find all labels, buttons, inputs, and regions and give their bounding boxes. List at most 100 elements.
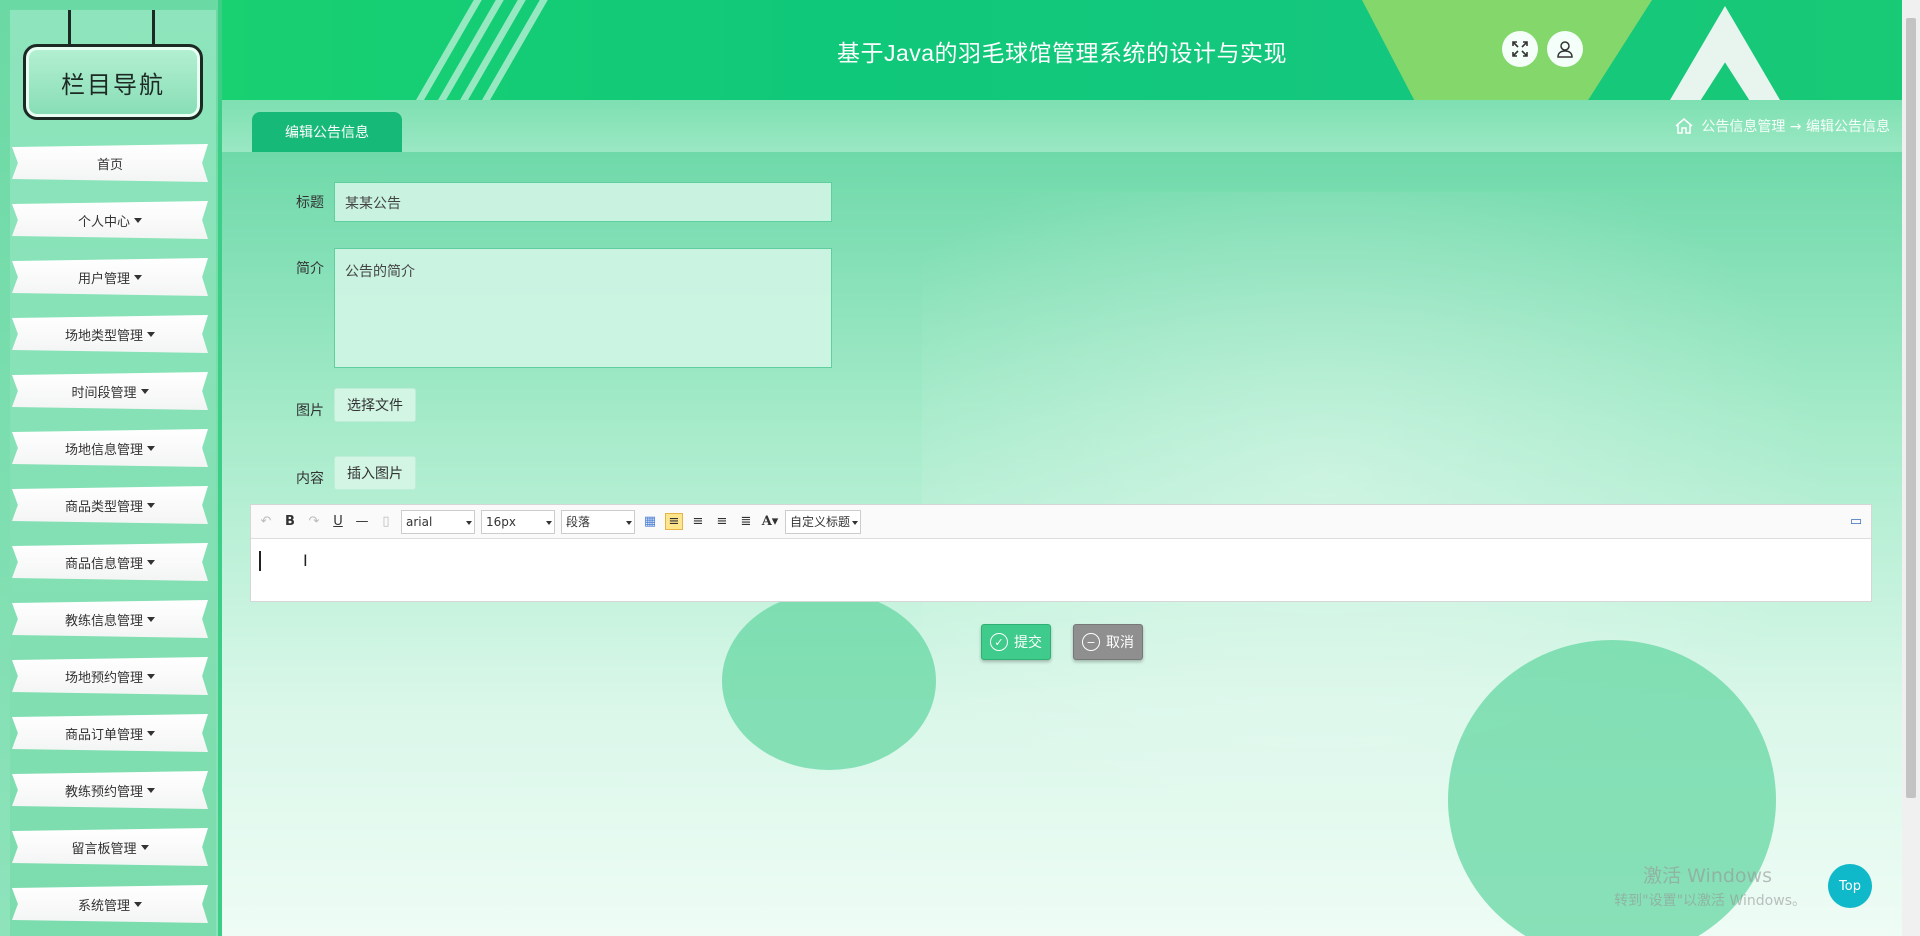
breadcrumb-text[interactable]: 公告信息管理 → 编辑公告信息: [1701, 116, 1890, 136]
sidebar-item-label: 商品类型管理: [64, 499, 143, 515]
bold-icon[interactable]: B: [281, 514, 299, 529]
caret-down-icon: [147, 730, 155, 736]
submit-button[interactable]: ✓ 提交: [981, 624, 1051, 660]
sidebar-item[interactable]: 时间段管理: [12, 372, 208, 410]
sidebar-item-label: 商品订单管理: [64, 727, 143, 743]
underline-icon[interactable]: U: [329, 514, 347, 529]
align-justify-icon[interactable]: ≣: [737, 514, 755, 529]
sidebar-item[interactable]: 场地信息管理: [12, 429, 208, 467]
horizontal-rule-icon[interactable]: —: [353, 514, 371, 529]
back-to-top-button[interactable]: Top: [1828, 864, 1872, 908]
font-size-select[interactable]: 16px: [481, 509, 555, 534]
editor-toolbar: ↶ B ↷ U — ▯ arial 16px 段落 ▦ ≡ ≡ ≡ ≣ A▾ 自…: [251, 505, 1871, 539]
tab-bar: 编辑公告信息: [222, 100, 1902, 152]
breadcrumb: 公告信息管理 → 编辑公告信息: [1675, 116, 1890, 136]
sidebar-item[interactable]: 教练信息管理: [12, 600, 208, 638]
ibeam-cursor-icon: I: [303, 551, 308, 570]
submit-label: 提交: [1014, 635, 1042, 651]
sidebar-item-label: 教练信息管理: [64, 613, 143, 629]
align-right-icon[interactable]: ≡: [689, 514, 707, 529]
caret-down-icon: [147, 445, 155, 451]
expand-icon: [1512, 41, 1528, 57]
sidebar-item[interactable]: 教练预约管理: [12, 771, 208, 809]
redo-icon[interactable]: ↷: [305, 514, 323, 529]
font-color-icon[interactable]: A▾: [761, 514, 779, 529]
caret-down-icon: [147, 559, 155, 565]
sidebar-item-label: 个人中心: [77, 214, 130, 230]
caret-down-icon: [147, 331, 155, 337]
scrollbar-thumb[interactable]: [1906, 18, 1916, 798]
undo-icon[interactable]: ↶: [257, 514, 275, 529]
page-icon[interactable]: ▯: [377, 514, 395, 529]
text-cursor: [259, 551, 261, 571]
sidebar-item[interactable]: 商品类型管理: [12, 486, 208, 524]
font-family-select[interactable]: arial: [401, 509, 475, 534]
caret-down-icon: [147, 673, 155, 679]
title-input[interactable]: 某某公告: [334, 182, 832, 222]
source-code-icon[interactable]: ▭: [1847, 514, 1865, 529]
sidebar-item-label: 首页: [96, 157, 123, 173]
sidebar-item-label: 系统管理: [77, 898, 130, 914]
sidebar-item[interactable]: 首页: [12, 144, 208, 182]
sidebar-item[interactable]: 商品信息管理: [12, 543, 208, 581]
custom-title-value: 自定义标题: [790, 515, 851, 529]
sidebar: 栏目导航 首页个人中心用户管理场地类型管理 时间段管理场地信息管理 商品类型管理 商品…: [0, 0, 222, 936]
caret-down-icon: [147, 787, 155, 793]
rich-text-editor[interactable]: ↶ B ↷ U — ▯ arial 16px 段落 ▦ ≡ ≡ ≡ ≣ A▾ 自…: [250, 504, 1872, 602]
summary-textarea[interactable]: 公告的简介: [334, 248, 832, 368]
sidebar-item[interactable]: 商品订单管理: [12, 714, 208, 752]
caret-down-icon: [147, 502, 155, 508]
choose-file-button[interactable]: 选择文件: [334, 388, 416, 422]
font-family-value: arial: [406, 514, 433, 529]
user-button[interactable]: [1547, 31, 1583, 67]
minus-circle-icon: −: [1082, 633, 1100, 651]
sidebar-item-label: 留言板管理: [71, 841, 137, 857]
sidebar-item-label: 场地类型管理: [64, 328, 143, 344]
font-size-value: 16px: [486, 514, 516, 529]
page-scrollbar[interactable]: [1902, 0, 1920, 936]
image-label: 图片: [296, 403, 324, 419]
caret-down-icon: [140, 388, 149, 394]
page-title: 基于Java的羽毛球馆管理系统的设计与实现: [836, 40, 1288, 66]
sidebar-item[interactable]: 留言板管理: [12, 828, 208, 866]
sidebar-item-label: 场地信息管理: [64, 442, 143, 458]
main-content: 标题 某某公告 简介 公告的简介 图片 选择文件 内容 插入图片 ↶ B ↷ U…: [222, 152, 1902, 936]
align-left-icon[interactable]: ≡: [665, 513, 683, 530]
paragraph-value: 段落: [566, 515, 591, 529]
title-label: 标题: [296, 195, 324, 211]
sidebar-item-label: 场地预约管理: [64, 670, 143, 686]
sidebar-item-label: 用户管理: [77, 271, 130, 287]
sidebar-item[interactable]: 系统管理: [12, 885, 208, 923]
cancel-button[interactable]: − 取消: [1073, 624, 1143, 660]
sidebar-item-label: 教练预约管理: [64, 784, 143, 800]
align-center-icon[interactable]: ≡: [713, 514, 731, 529]
sidebar-item[interactable]: 场地预约管理: [12, 657, 208, 695]
sidebar-item[interactable]: 场地类型管理: [12, 315, 208, 353]
check-icon: ✓: [990, 633, 1008, 651]
custom-title-select[interactable]: 自定义标题: [785, 509, 861, 534]
caret-down-icon: [134, 274, 142, 280]
caret-down-icon: [134, 901, 142, 907]
caret-down-icon: [134, 217, 142, 223]
content-label: 内容: [296, 471, 324, 487]
paragraph-select[interactable]: 段落: [561, 509, 635, 534]
insert-image-button[interactable]: 插入图片: [334, 456, 416, 490]
decorative-circle: [722, 592, 936, 770]
sidebar-item[interactable]: 个人中心: [12, 201, 208, 239]
sidebar-item-label: 商品信息管理: [64, 556, 143, 572]
fullscreen-button[interactable]: [1502, 31, 1538, 67]
summary-label: 简介: [296, 261, 324, 277]
windows-watermark-title: 激活 Windows: [1643, 865, 1772, 887]
header: 基于Java的羽毛球馆管理系统的设计与实现: [222, 0, 1902, 100]
user-icon: [1557, 41, 1573, 58]
caret-down-icon: [140, 844, 149, 850]
sidebar-item[interactable]: 用户管理: [12, 258, 208, 296]
windows-watermark-subtitle: 转到"设置"以激活 Windows。: [1614, 893, 1806, 909]
sidebar-item-label: 时间段管理: [71, 385, 137, 401]
table-icon[interactable]: ▦: [641, 514, 659, 529]
home-icon[interactable]: [1675, 118, 1693, 134]
sidebar-heading: 栏目导航: [23, 44, 203, 120]
caret-down-icon: [147, 616, 155, 622]
tab-edit-notice[interactable]: 编辑公告信息: [252, 112, 402, 152]
cancel-label: 取消: [1106, 635, 1134, 651]
